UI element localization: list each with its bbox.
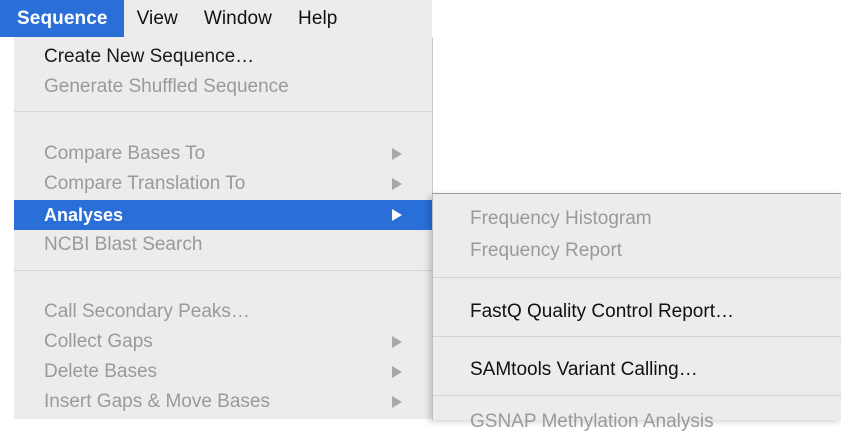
menu-window[interactable]: Window bbox=[191, 0, 285, 37]
menu-item-call-secondary-peaks[interactable]: Call Secondary Peaks… bbox=[14, 297, 432, 327]
analyses-submenu: Frequency Histogram Frequency Report Fas… bbox=[432, 193, 841, 432]
sequence-dropdown-menu: Create New Sequence… Generate Shuffled S… bbox=[14, 37, 432, 419]
menu-item-label: Generate Shuffled Sequence bbox=[44, 76, 289, 97]
menu-separator bbox=[14, 270, 432, 271]
submenu-arrow-icon bbox=[392, 396, 402, 408]
menu-item-label: Collect Gaps bbox=[44, 331, 153, 352]
menu-item-analyses[interactable]: Analyses bbox=[14, 200, 432, 230]
menu-item-create-new-sequence[interactable]: Create New Sequence… bbox=[14, 42, 432, 72]
menu-item-compare-bases-to[interactable]: Compare Bases To bbox=[14, 139, 432, 169]
menu-item-generate-shuffled-sequence[interactable]: Generate Shuffled Sequence bbox=[14, 72, 432, 102]
menu-item-collect-gaps[interactable]: Collect Gaps bbox=[14, 327, 432, 357]
submenu-separator bbox=[433, 336, 841, 337]
submenu-arrow-icon bbox=[392, 366, 402, 378]
menu-item-label: Create New Sequence… bbox=[44, 46, 255, 67]
menu-item-compare-translation-to[interactable]: Compare Translation To bbox=[14, 169, 432, 199]
menu-item-label: NCBI Blast Search bbox=[44, 234, 203, 255]
menu-sequence[interactable]: Sequence bbox=[0, 0, 124, 37]
menu-item-insert-gaps-move-bases[interactable]: Insert Gaps & Move Bases bbox=[14, 387, 432, 417]
menu-item-label: Compare Bases To bbox=[44, 143, 206, 164]
menu-item-ncbi-blast-search[interactable]: NCBI Blast Search bbox=[14, 230, 432, 260]
submenu-arrow-icon bbox=[392, 148, 402, 160]
menu-help[interactable]: Help bbox=[285, 0, 350, 37]
submenu-item-gsnap-methylation-analysis[interactable]: GSNAP Methylation Analysis bbox=[433, 407, 841, 437]
submenu-arrow-icon bbox=[392, 336, 402, 348]
menu-item-delete-bases[interactable]: Delete Bases bbox=[14, 357, 432, 387]
menu-item-label: Compare Translation To bbox=[44, 173, 246, 194]
submenu-item-fastq-quality-control-report[interactable]: FastQ Quality Control Report… bbox=[433, 297, 841, 327]
menu-item-label: Delete Bases bbox=[44, 361, 158, 382]
menu-item-label: Insert Gaps & Move Bases bbox=[44, 391, 270, 412]
menu-item-label: Call Secondary Peaks… bbox=[44, 301, 250, 322]
menu-view[interactable]: View bbox=[124, 0, 191, 37]
menu-bar: Sequence View Window Help bbox=[0, 0, 432, 37]
submenu-arrow-icon bbox=[392, 209, 402, 221]
submenu-item-samtools-variant-calling[interactable]: SAMtools Variant Calling… bbox=[433, 355, 841, 385]
menu-item-label: Analyses bbox=[44, 204, 124, 225]
submenu-separator bbox=[433, 395, 841, 396]
submenu-separator bbox=[433, 277, 841, 278]
submenu-item-frequency-histogram[interactable]: Frequency Histogram bbox=[433, 204, 841, 234]
menu-separator bbox=[14, 111, 432, 112]
submenu-arrow-icon bbox=[392, 178, 402, 190]
submenu-item-frequency-report[interactable]: Frequency Report bbox=[433, 236, 841, 266]
